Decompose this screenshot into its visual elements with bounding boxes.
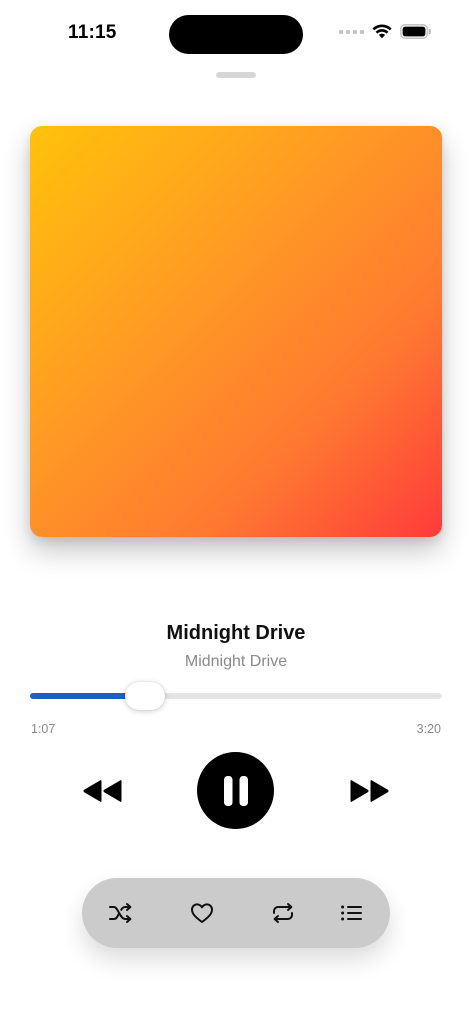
- status-time: 11:15: [68, 22, 117, 43]
- status-icons: [339, 24, 432, 39]
- progress-slider[interactable]: [30, 682, 442, 710]
- rewind-button[interactable]: [80, 774, 126, 808]
- favorite-button[interactable]: [188, 899, 216, 927]
- heart-icon: [191, 903, 213, 923]
- total-time: 3:20: [416, 722, 441, 736]
- queue-button[interactable]: [338, 899, 366, 927]
- pause-icon: [223, 775, 248, 806]
- play-pause-button[interactable]: [197, 752, 274, 829]
- sheet-grabber[interactable]: [216, 72, 256, 78]
- forward-icon: [350, 780, 389, 802]
- cellular-signal-icon: [339, 29, 364, 34]
- forward-button[interactable]: [346, 774, 392, 808]
- wifi-icon: [372, 24, 392, 39]
- battery-icon: [400, 24, 431, 39]
- shuffle-icon: [109, 903, 132, 923]
- elapsed-time: 1:07: [31, 722, 56, 736]
- repeat-icon: [273, 903, 293, 923]
- track-artist[interactable]: Midnight Drive: [0, 653, 472, 671]
- dynamic-island: [169, 15, 303, 54]
- list-icon: [341, 905, 362, 921]
- track-title: Midnight Drive: [166, 622, 306, 644]
- playback-options-toolbar: [82, 878, 390, 948]
- now-playing-screen: 11:15 Midnight Drive Midnight Drive 1:07…: [0, 0, 472, 1024]
- repeat-button[interactable]: [269, 899, 297, 927]
- shuffle-button[interactable]: [107, 899, 135, 927]
- progress-thumb[interactable]: [125, 682, 166, 710]
- album-artwork: [30, 126, 442, 537]
- backward-icon: [83, 780, 122, 802]
